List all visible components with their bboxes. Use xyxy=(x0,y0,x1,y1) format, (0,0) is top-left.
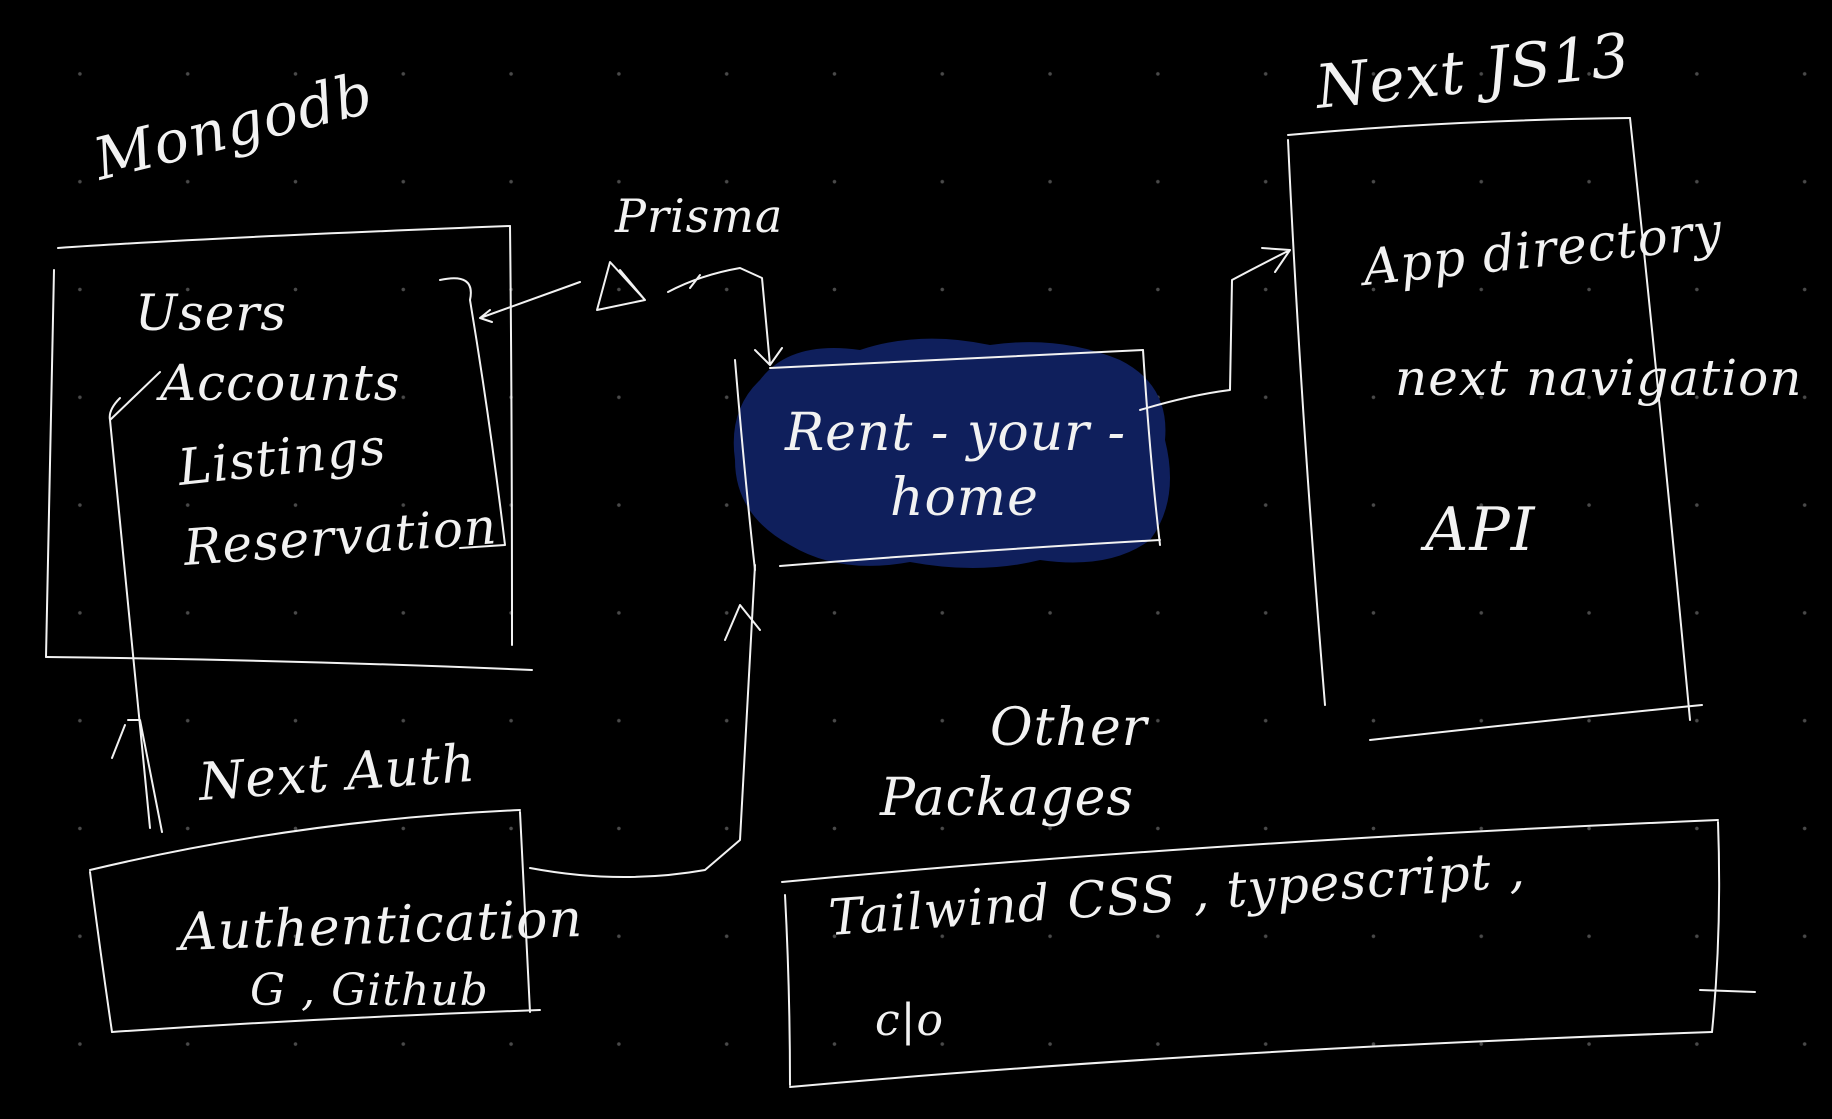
nextjs-item-api: API xyxy=(1420,495,1536,565)
other-title-line2: Packages xyxy=(879,768,1134,828)
nextauth-line2: G , Github xyxy=(250,965,489,1016)
nextjs-title: Next JS13 xyxy=(1310,20,1633,123)
prisma-label: Prisma xyxy=(614,189,783,243)
nextauth-center-arrow xyxy=(529,564,761,878)
center-line2: home xyxy=(890,468,1039,528)
nextauth-title: Next Auth xyxy=(195,734,478,813)
mongodb-item-listings: Listings xyxy=(174,417,389,497)
prisma-icon xyxy=(596,261,646,311)
mongodb-title: Mongodb xyxy=(86,59,380,194)
other-line2: c|o xyxy=(875,995,944,1046)
nextjs-item-app-directory: App directory xyxy=(1356,202,1725,298)
mongodb-item-reservation: Reservation xyxy=(181,497,499,577)
nextauth-mongodb-arrow xyxy=(108,371,163,833)
center-line1: Rent - your - xyxy=(784,403,1126,463)
architecture-diagram: Mongodb Users Accounts Listings Reservat… xyxy=(45,20,1802,1088)
nextauth-line1: Authentication xyxy=(174,889,584,963)
prisma-center-arrow xyxy=(667,267,783,366)
mongodb-item-accounts: Accounts xyxy=(156,354,400,412)
other-title-line1: Other xyxy=(990,698,1150,758)
nextjs-item-next-navigation: next navigation xyxy=(1395,349,1802,407)
other-line1: Tailwind CSS , typescript , xyxy=(827,840,1527,947)
mongodb-prisma-arrow xyxy=(479,281,581,323)
mongodb-item-users: Users xyxy=(135,284,287,342)
center-nextjs-arrow xyxy=(1139,247,1291,411)
